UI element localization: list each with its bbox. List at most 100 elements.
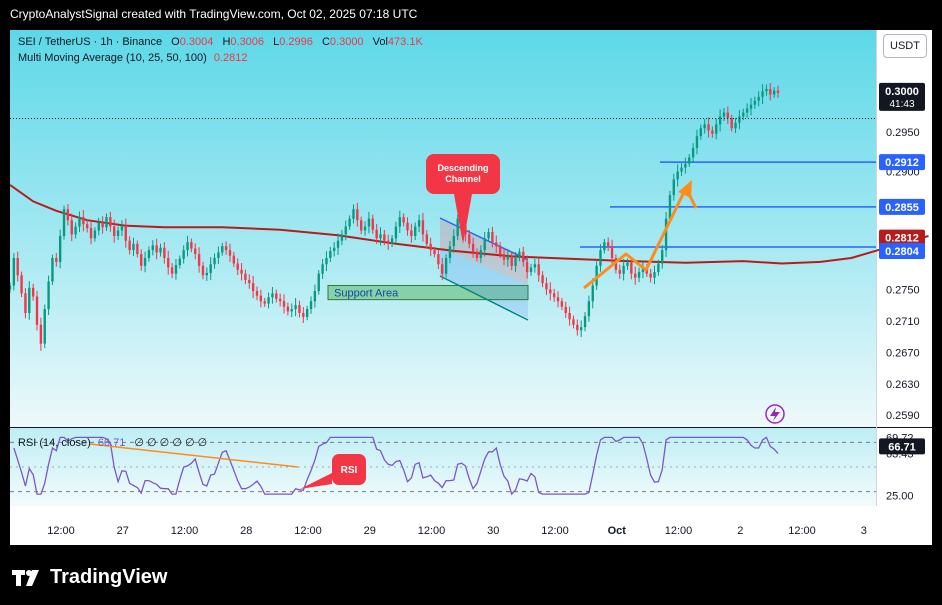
candle-body: [444, 257, 448, 274]
candle-body: [487, 232, 490, 239]
candle-body: [448, 246, 452, 258]
top-bar: CryptoAnalystSignal created with Trading…: [0, 0, 942, 30]
candle-body: [579, 327, 583, 331]
candle-body: [414, 226, 417, 236]
candle-body: [205, 272, 209, 276]
symbol-name: SEI / TetherUS · 1h · Binance: [18, 36, 163, 48]
candle-body: [676, 171, 679, 180]
candle-body: [221, 246, 224, 253]
time-day-label: 29: [364, 525, 376, 537]
candle-body: [329, 250, 332, 258]
candle-body: [371, 218, 374, 230]
rsi-legend[interactable]: RSI (14, close) 66.71 ∅ ∅ ∅ ∅ ∅ ∅: [18, 436, 207, 449]
candle-body: [143, 257, 147, 266]
chart-canvas[interactable]: Support Area 0.30500.29500.29000.27500.2…: [10, 30, 932, 545]
ma-value: 0.2812: [213, 52, 248, 64]
candle-body: [668, 195, 672, 219]
candle-body: [549, 289, 552, 294]
candle-body: [336, 240, 340, 248]
rsi-callout-text: RSI: [341, 465, 358, 476]
candle-body: [43, 309, 46, 344]
price-tick-label: 0.2670: [886, 347, 920, 359]
candle-body: [10, 285, 12, 290]
candle-body: [745, 108, 749, 113]
candle-body: [552, 293, 556, 298]
footer-brand-text: TradingView: [50, 566, 168, 588]
candle-body: [163, 247, 166, 258]
candle-body: [722, 112, 726, 117]
candle-body: [699, 128, 703, 137]
candle-body: [753, 100, 757, 105]
candle-body: [572, 319, 575, 325]
candle-body: [680, 167, 683, 172]
candle-body: [97, 222, 100, 231]
price-tick-label: 0.2950: [886, 127, 920, 139]
candle-body: [637, 272, 641, 278]
candle-body: [576, 324, 579, 331]
candle-body: [502, 254, 506, 260]
candle-body: [599, 250, 602, 266]
candle-body: [113, 226, 116, 236]
ma-legend[interactable]: Multi Moving Average (10, 25, 50, 100) 0…: [18, 52, 247, 64]
candle-body: [128, 240, 131, 251]
candle-body: [738, 116, 741, 123]
candle-body: [610, 246, 614, 258]
candle-body: [433, 250, 436, 255]
candle-body: [603, 242, 606, 251]
chart-attribution: CryptoAnalystSignal created with Trading…: [10, 7, 418, 21]
candle-body: [51, 257, 54, 282]
candle-body: [85, 224, 89, 229]
candle-body: [39, 324, 43, 344]
candle-body: [421, 220, 425, 235]
candle-body: [240, 269, 243, 274]
close-value: 0.3000: [329, 36, 364, 48]
price-tick-label: 0.2750: [886, 284, 920, 296]
candle-body: [120, 225, 124, 231]
candle-body: [28, 287, 31, 314]
candle-body: [607, 242, 610, 247]
candle-body: [140, 254, 143, 266]
symbol-legend[interactable]: SEI / TetherUS · 1h · Binance O0.3004 H0…: [18, 36, 423, 48]
candle-body: [124, 225, 127, 241]
candle-body: [556, 297, 560, 302]
candle-body: [267, 297, 270, 304]
candle-body: [471, 243, 475, 252]
candle-body: [757, 96, 760, 101]
candle-body: [136, 243, 139, 255]
candle-body: [776, 90, 780, 93]
candle-body: [429, 243, 432, 251]
candle-body: [541, 275, 544, 284]
ma-label: Multi Moving Average (10, 25, 50, 100): [18, 52, 207, 64]
candle-body: [672, 179, 675, 196]
candle-body: [452, 235, 456, 247]
candle-body: [769, 88, 772, 95]
candle-body: [182, 250, 185, 259]
price-tick-label: 0.2710: [886, 316, 920, 328]
candle-body: [765, 88, 768, 92]
candle-body: [66, 209, 70, 221]
candle-body: [730, 118, 733, 129]
time-tick-label: 12:00: [171, 525, 199, 537]
candle-body: [626, 262, 629, 266]
candle-body: [495, 242, 498, 247]
time-day-label: 3: [861, 525, 867, 537]
currency-button[interactable]: USDT: [883, 34, 927, 58]
candle-body: [630, 262, 633, 274]
candle-body: [302, 313, 305, 317]
candle-body: [294, 305, 297, 310]
level-price-text: 0.2912: [885, 157, 919, 169]
rsi-placeholders: ∅ ∅ ∅ ∅ ∅ ∅: [134, 437, 208, 449]
candle-body: [360, 220, 363, 231]
candle-body: [568, 313, 571, 320]
candle-body: [236, 263, 239, 270]
candle-body: [263, 301, 266, 304]
candle-body: [352, 209, 355, 219]
candle-body: [726, 112, 730, 119]
candle-body: [20, 275, 23, 294]
chart-frame[interactable]: Support Area 0.30500.29500.29000.27500.2…: [10, 30, 932, 545]
candle-body: [356, 209, 359, 221]
candle-body: [417, 220, 421, 227]
candle-body: [309, 301, 313, 310]
candle-body: [664, 218, 668, 251]
candle-body: [24, 293, 27, 314]
